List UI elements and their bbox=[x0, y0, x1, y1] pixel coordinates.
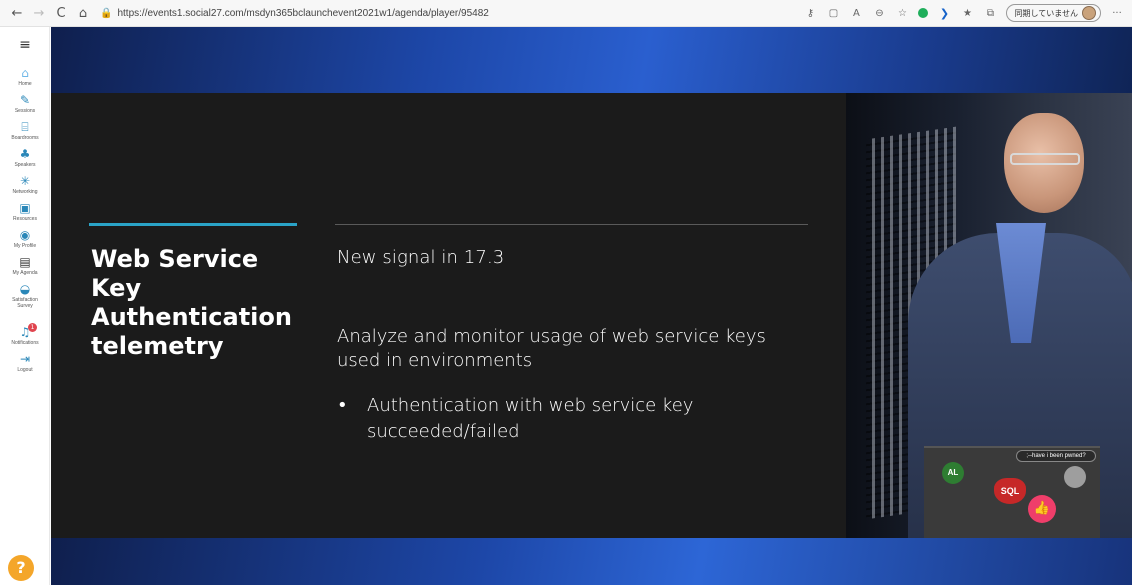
round-sticker bbox=[1064, 466, 1086, 488]
presentation-slide: Web Service Key Authentication telemetry… bbox=[51, 93, 846, 538]
pwned-sticker: ;--have i been pwned? bbox=[1016, 450, 1096, 462]
sidebar-item-label: My Profile bbox=[13, 243, 37, 249]
network-icon: ✳ bbox=[19, 174, 31, 188]
browser-extensions: ⚷ ▢ A ⊖ ☆ ❯ ★ ⧉ 同期していません ··· bbox=[803, 4, 1132, 22]
survey-icon: ◒ bbox=[19, 282, 31, 296]
sidebar-item-label: Sessions bbox=[14, 108, 36, 114]
pen-icon: ✎ bbox=[19, 93, 31, 107]
bell-icon: ♫ bbox=[19, 325, 31, 339]
slide-subtitle: New signal in 17.3 bbox=[337, 247, 505, 268]
thumbs-up-icon[interactable]: 👍 bbox=[1028, 495, 1056, 523]
sql-sticker: SQL bbox=[994, 478, 1026, 504]
more-menu-button[interactable]: ··· bbox=[1110, 6, 1124, 20]
extension-green-icon[interactable] bbox=[918, 8, 929, 18]
boardroom-icon: ⌸ bbox=[21, 120, 29, 134]
content-divider bbox=[335, 224, 808, 225]
sidebar-item-label: Logout bbox=[17, 367, 33, 373]
sidebar-item-label: Resources bbox=[13, 216, 37, 222]
sidebar-item-logout[interactable]: ⇥ Logout bbox=[0, 352, 50, 374]
collections-icon[interactable]: ⧉ bbox=[983, 6, 997, 20]
sidebar-item-networking[interactable]: ✳ Networking bbox=[0, 174, 50, 196]
zoom-icon[interactable]: ⊖ bbox=[872, 6, 886, 20]
sidebar-item-speakers[interactable]: ♣ Speakers bbox=[0, 147, 50, 169]
app-sidebar: ≡ ⌂ Home ✎ Sessions ⌸ Boardrooms ♣ Speak… bbox=[0, 27, 50, 585]
avatar bbox=[1082, 6, 1096, 20]
lock-icon: 🔒 bbox=[100, 7, 113, 19]
favorite-add-icon[interactable]: ☆ bbox=[895, 6, 909, 20]
sidebar-item-boardrooms[interactable]: ⌸ Boardrooms bbox=[0, 120, 50, 142]
browser-toolbar: ← → C ⌂ 🔒 https://events1.social27.com/m… bbox=[0, 0, 1132, 27]
slide-title: Web Service Key Authentication telemetry bbox=[91, 245, 292, 360]
read-aloud-icon[interactable]: A bbox=[849, 6, 863, 20]
extension-blue-icon[interactable]: ❯ bbox=[937, 6, 951, 20]
sidebar-item-notifications[interactable]: ♫ 1 Notifications bbox=[0, 323, 50, 346]
bullet-icon: • bbox=[337, 395, 348, 416]
calendar-icon: ▤ bbox=[19, 255, 31, 269]
slide-body-text: Analyze and monitor usage of web service… bbox=[337, 326, 766, 371]
speaker-glasses bbox=[1010, 153, 1080, 165]
sidebar-item-my-profile[interactable]: ◉ My Profile bbox=[0, 228, 50, 250]
sidebar-item-my-agenda[interactable]: ▤ My Agenda bbox=[0, 255, 50, 277]
speaker-icon: ♣ bbox=[19, 147, 31, 161]
notification-badge: 1 bbox=[28, 323, 37, 332]
sidebar-item-label: Satisfaction Survey bbox=[12, 297, 38, 309]
hamburger-menu-icon[interactable]: ≡ bbox=[0, 37, 50, 53]
title-accent-line bbox=[89, 223, 297, 226]
sidebar-item-label: Speakers bbox=[14, 162, 36, 168]
al-sticker: AL bbox=[942, 462, 964, 484]
sidebar-item-label: Boardrooms bbox=[11, 135, 39, 141]
app-icon[interactable]: ▢ bbox=[826, 6, 840, 20]
sidebar-item-home[interactable]: ⌂ Home bbox=[0, 66, 50, 88]
address-bar[interactable]: 🔒 https://events1.social27.com/msdyn365b… bbox=[100, 3, 740, 23]
laptop: AL SQL ;--have i been pwned? bbox=[924, 446, 1100, 538]
resources-icon: ▣ bbox=[19, 201, 31, 215]
slide-bullet: • Authentication with web service key su… bbox=[337, 393, 787, 445]
sidebar-item-label: My Agenda bbox=[12, 270, 38, 276]
sync-label: 同期していません bbox=[1014, 8, 1078, 18]
bullet-text: Authentication with web service key succ… bbox=[367, 395, 694, 442]
video-player-stage: Web Service Key Authentication telemetry… bbox=[51, 27, 1132, 585]
reload-button[interactable]: C bbox=[50, 2, 72, 24]
profile-sync-button[interactable]: 同期していません bbox=[1006, 4, 1101, 22]
key-icon[interactable]: ⚷ bbox=[803, 6, 817, 20]
sidebar-item-label: Notifications bbox=[11, 340, 39, 346]
home-icon: ⌂ bbox=[21, 66, 29, 80]
favorites-icon[interactable]: ★ bbox=[960, 6, 974, 20]
speaker-video: AL SQL ;--have i been pwned? bbox=[846, 93, 1132, 538]
help-button[interactable]: ? bbox=[8, 555, 34, 581]
sidebar-item-sessions[interactable]: ✎ Sessions bbox=[0, 93, 50, 115]
url-text: https://events1.social27.com/msdyn365bcl… bbox=[117, 7, 489, 19]
logout-icon: ⇥ bbox=[19, 352, 31, 366]
home-button[interactable]: ⌂ bbox=[72, 2, 94, 24]
back-button[interactable]: ← bbox=[6, 2, 28, 24]
sidebar-item-label: Home bbox=[18, 81, 32, 87]
sidebar-item-satisfaction-survey[interactable]: ◒ Satisfaction Survey bbox=[0, 282, 50, 310]
profile-icon: ◉ bbox=[19, 228, 31, 242]
sidebar-item-label: Networking bbox=[12, 189, 38, 195]
sidebar-item-resources[interactable]: ▣ Resources bbox=[0, 201, 50, 223]
forward-button[interactable]: → bbox=[28, 2, 50, 24]
